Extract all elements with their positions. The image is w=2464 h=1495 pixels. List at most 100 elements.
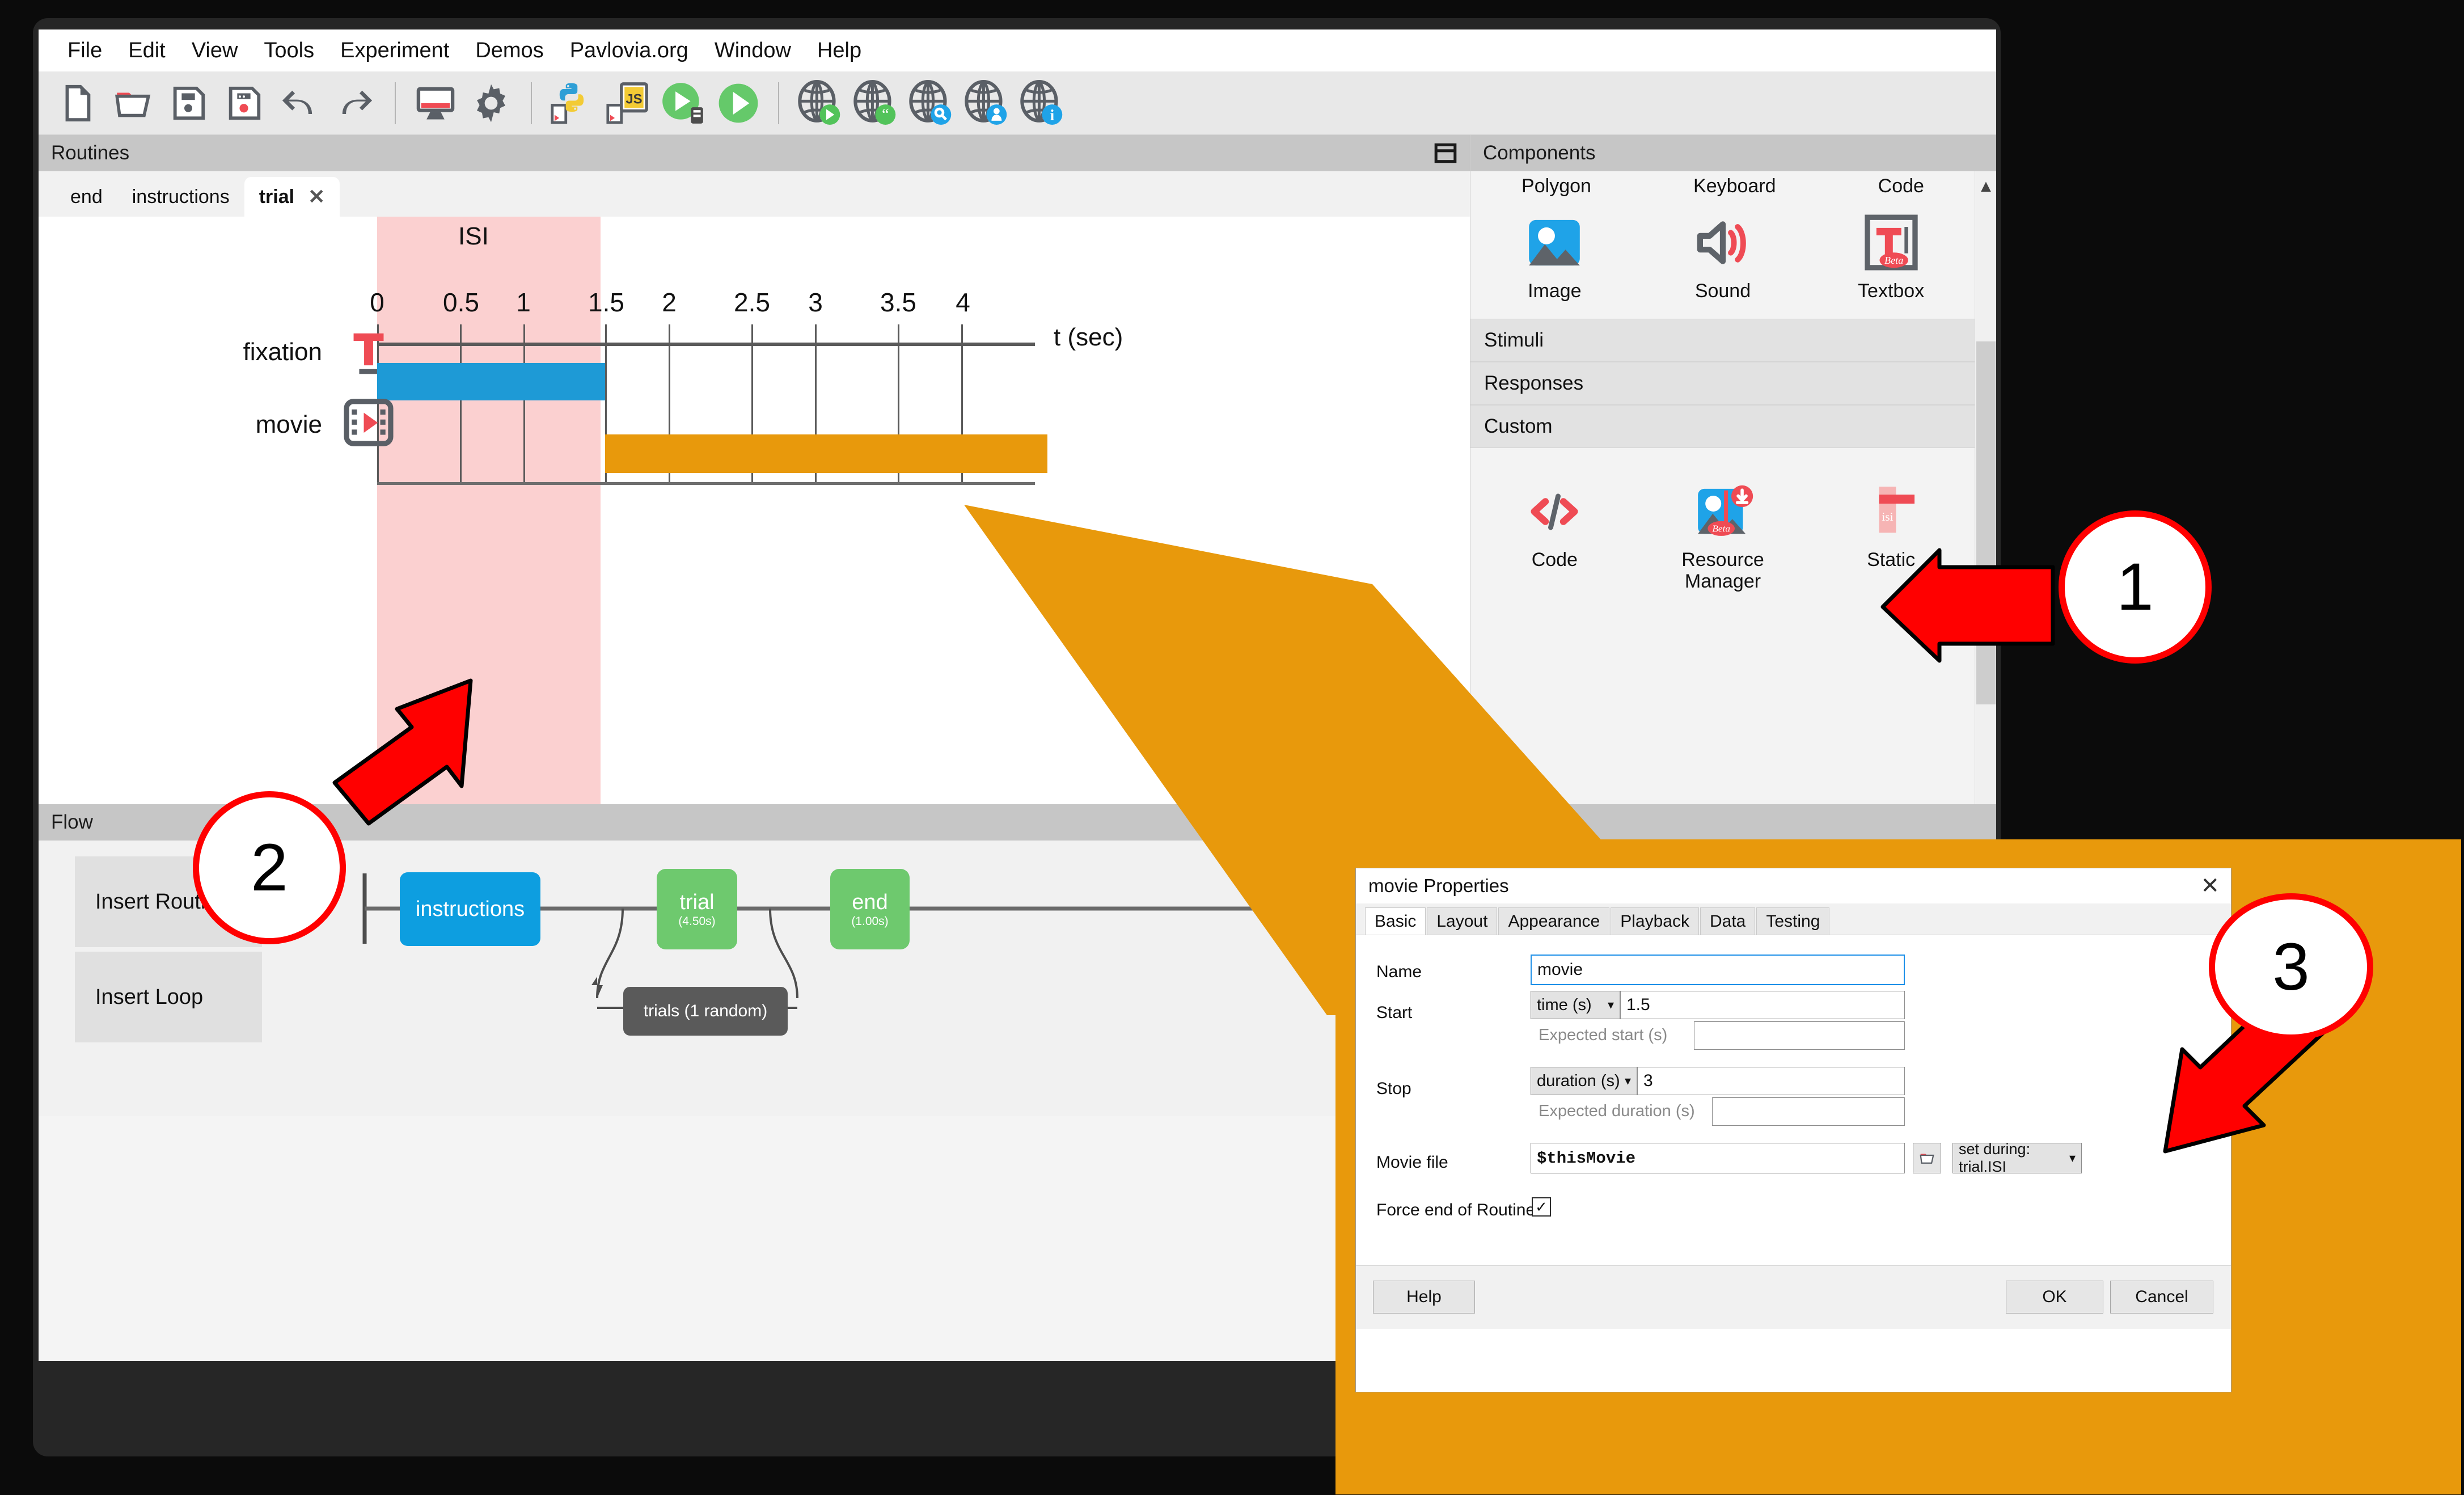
open-folder-icon[interactable] xyxy=(107,77,159,129)
laptop-bezel: File Edit View Tools Experiment Demos Pa… xyxy=(0,0,2464,1495)
components-header: Components xyxy=(1470,135,1996,171)
flow-node-instructions[interactable]: instructions xyxy=(400,872,540,946)
globe-info-icon[interactable]: i xyxy=(1015,77,1067,129)
chevron-down-icon: ▾ xyxy=(2069,1151,2076,1165)
dialog-title: movie Properties xyxy=(1368,875,1509,896)
monitor-center-icon[interactable] xyxy=(409,77,462,129)
panel-dock-icon[interactable] xyxy=(1434,141,1457,165)
stop-type-dropdown[interactable]: duration (s) ▾ xyxy=(1531,1067,1637,1095)
folder-browse-icon[interactable] xyxy=(1913,1143,1941,1173)
name-input[interactable]: movie xyxy=(1531,955,1905,985)
flow-loop-trials[interactable]: trials (1 random) xyxy=(623,987,788,1036)
menu-item-view[interactable]: View xyxy=(179,39,251,63)
set-during-dropdown[interactable]: set during: trial.ISI ▾ xyxy=(1952,1141,2082,1175)
routine-tab-end[interactable]: end xyxy=(56,177,117,217)
globe-search-icon[interactable] xyxy=(904,77,956,129)
component-item-textbox[interactable]: Beta Textbox xyxy=(1812,211,1971,302)
clipped-labels-row: Polygon Keyboard Code xyxy=(1470,171,1975,197)
redo-icon[interactable] xyxy=(329,77,381,129)
help-button[interactable]: Help xyxy=(1373,1281,1475,1314)
category-header-responses[interactable]: Responses xyxy=(1470,362,1975,406)
globe-sync-icon[interactable]: “ xyxy=(848,77,901,129)
stop-field-label: Stop xyxy=(1376,1079,1411,1098)
menu-item-demos[interactable]: Demos xyxy=(462,39,556,63)
chevron-up-icon[interactable]: ▲ xyxy=(1975,177,1996,196)
routines-header: Routines xyxy=(39,135,1470,171)
start-type-value: time (s) xyxy=(1537,995,1592,1014)
new-file-icon[interactable] xyxy=(51,77,103,129)
force-end-label: Force end of Routine xyxy=(1376,1201,1536,1219)
clipped-label-keyboard: Keyboard xyxy=(1693,175,1776,197)
dialog-title-bar: movie Properties ✕ xyxy=(1356,868,2231,903)
routine-tab-label: end xyxy=(70,185,103,208)
cancel-button[interactable]: Cancel xyxy=(2110,1281,2213,1314)
svg-text:isi: isi xyxy=(1882,510,1893,523)
time-axis-line xyxy=(377,343,1035,346)
close-icon[interactable]: ✕ xyxy=(2200,873,2220,899)
fixation-timeline-bar[interactable] xyxy=(377,363,605,400)
start-type-dropdown[interactable]: time (s) ▾ xyxy=(1531,991,1620,1019)
tab-basic[interactable]: Basic xyxy=(1365,907,1426,935)
globe-run-icon[interactable] xyxy=(793,77,845,129)
flow-node-duration: (4.50s) xyxy=(678,914,716,928)
svg-text:i: i xyxy=(1050,107,1055,124)
movie-file-label: Movie file xyxy=(1376,1153,1448,1172)
routine-tab-trial[interactable]: trial ✕ xyxy=(244,177,340,217)
svg-text:“: “ xyxy=(882,105,889,123)
expected-start-input[interactable] xyxy=(1694,1021,1905,1050)
start-value-input[interactable]: 1.5 xyxy=(1620,991,1905,1019)
category-header-custom[interactable]: Custom xyxy=(1470,405,1975,449)
flow-title: Flow xyxy=(51,811,93,833)
compile-python-icon[interactable] xyxy=(546,77,598,129)
toolbar: JS “ i xyxy=(39,71,1996,135)
movie-component-icon[interactable] xyxy=(343,397,395,448)
expected-start-label: Expected start (s) xyxy=(1539,1026,1668,1044)
flow-node-duration: (1.00s) xyxy=(851,914,889,928)
axis-tick-1p5: 1.5 xyxy=(588,288,624,317)
category-header-stimuli[interactable]: Stimuli xyxy=(1470,319,1975,362)
save-as-icon[interactable] xyxy=(218,77,270,129)
tab-data[interactable]: Data xyxy=(1700,907,1756,935)
tab-playback[interactable]: Playback xyxy=(1611,907,1699,935)
components-row-stimuli: Image Sound Beta Textbox xyxy=(1470,197,1975,302)
menu-item-edit[interactable]: Edit xyxy=(115,39,178,63)
run-local-icon[interactable] xyxy=(657,77,709,129)
run-online-icon[interactable] xyxy=(712,77,764,129)
menu-item-experiment[interactable]: Experiment xyxy=(327,39,462,63)
components-scrollbar[interactable]: ▲ xyxy=(1975,171,1996,804)
routine-tab-instructions[interactable]: instructions xyxy=(117,177,244,217)
axis-tick-0p5: 0.5 xyxy=(443,288,479,317)
movie-timeline-bar[interactable] xyxy=(605,434,1047,473)
expected-duration-input[interactable] xyxy=(1712,1097,1905,1126)
ok-button[interactable]: OK xyxy=(2006,1281,2103,1314)
chevron-down-icon: ▾ xyxy=(1624,1074,1631,1088)
compile-js-icon[interactable]: JS xyxy=(601,77,653,129)
force-end-checkbox[interactable]: ✓ xyxy=(1532,1197,1551,1217)
menu-item-help[interactable]: Help xyxy=(804,39,874,63)
menu-item-file[interactable]: File xyxy=(54,39,115,63)
name-field-label: Name xyxy=(1376,962,1422,981)
callout-arrow-2 xyxy=(332,678,473,826)
menu-item-pavlovia[interactable]: Pavlovia.org xyxy=(557,39,701,63)
stop-value-input[interactable]: 3 xyxy=(1637,1067,1905,1095)
start-field-label: Start xyxy=(1376,1003,1413,1022)
tab-appearance[interactable]: Appearance xyxy=(1498,907,1610,935)
menu-item-tools[interactable]: Tools xyxy=(251,39,327,63)
component-label-movie: movie xyxy=(255,411,322,438)
menu-item-window[interactable]: Window xyxy=(701,39,804,63)
globe-user-icon[interactable] xyxy=(960,77,1012,129)
flow-node-label: trial xyxy=(679,890,715,914)
stop-type-value: duration (s) xyxy=(1537,1071,1620,1090)
movie-file-input[interactable]: $thisMovie xyxy=(1531,1143,1905,1173)
flow-node-trial[interactable]: trial (4.50s) xyxy=(657,869,737,949)
undo-icon[interactable] xyxy=(273,77,326,129)
tab-testing[interactable]: Testing xyxy=(1756,907,1830,935)
tab-layout[interactable]: Layout xyxy=(1427,907,1498,935)
component-item-sound[interactable]: Sound xyxy=(1643,211,1802,302)
save-icon[interactable] xyxy=(162,77,214,129)
close-icon[interactable]: ✕ xyxy=(308,185,325,209)
settings-gear-icon[interactable] xyxy=(465,77,517,129)
component-item-image[interactable]: Image xyxy=(1475,211,1634,302)
callout-number: 2 xyxy=(251,830,288,905)
flow-node-end[interactable]: end (1.00s) xyxy=(830,869,910,949)
